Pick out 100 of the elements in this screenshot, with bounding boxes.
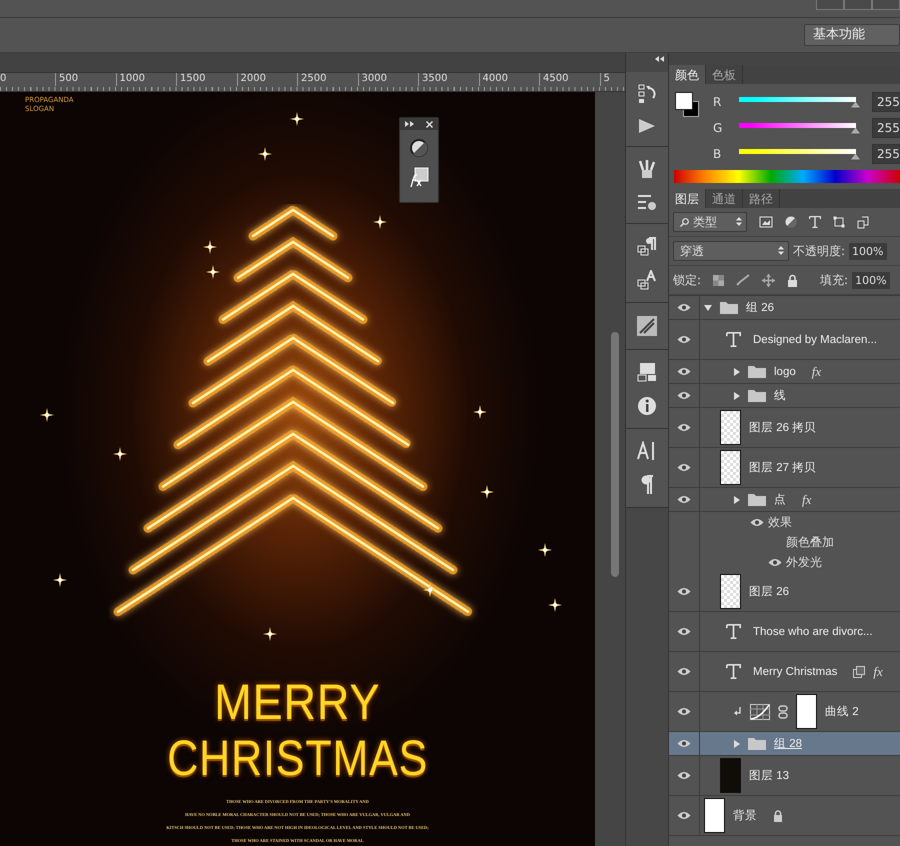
text-layer-icon bbox=[726, 664, 741, 679]
adjustments-icon[interactable] bbox=[409, 138, 429, 158]
panel-tab[interactable]: 色板 bbox=[706, 65, 743, 84]
eye-icon[interactable] bbox=[677, 391, 691, 400]
expand-caret-icon[interactable] bbox=[734, 496, 740, 504]
eye-icon[interactable] bbox=[677, 367, 691, 376]
eye-icon[interactable] bbox=[768, 558, 782, 566]
brush-presets-icon[interactable] bbox=[637, 193, 657, 211]
lock-icon[interactable] bbox=[787, 274, 798, 286]
adjustment-filter-icon[interactable] bbox=[785, 216, 797, 228]
eye-icon[interactable] bbox=[677, 667, 691, 676]
play-icon[interactable] bbox=[638, 118, 656, 134]
lock-label: 锁定: bbox=[673, 272, 702, 288]
eye-icon[interactable] bbox=[750, 518, 764, 526]
character-icon[interactable] bbox=[637, 441, 657, 461]
layer-row[interactable]: logo fx bbox=[669, 360, 900, 384]
layer-row[interactable]: 组 26 bbox=[669, 296, 900, 320]
eye-icon[interactable] bbox=[677, 423, 691, 432]
layer-row[interactable]: 图层 13 bbox=[669, 756, 900, 796]
channel-value-field[interactable]: 255 bbox=[872, 144, 900, 164]
lock-transparency-icon[interactable] bbox=[713, 274, 724, 286]
layer-name: 图层 26 拷贝 bbox=[749, 420, 816, 435]
effects-badge[interactable]: fx bbox=[802, 492, 814, 508]
panel-tab[interactable]: 颜色 bbox=[669, 65, 706, 84]
collapse-icon[interactable] bbox=[655, 56, 664, 62]
effect-row[interactable]: 颜色叠加 bbox=[669, 532, 900, 552]
layer-row[interactable]: 图层 26 拷贝 bbox=[669, 408, 900, 448]
filter-dropdown[interactable]: 类型 bbox=[673, 212, 747, 232]
sparkle-icon bbox=[473, 405, 487, 419]
layer-row[interactable]: 背景 bbox=[669, 796, 900, 836]
effects-badge[interactable]: fx bbox=[812, 364, 824, 380]
paragraph-icon[interactable] bbox=[640, 475, 654, 495]
layer-row[interactable]: Merry Christmas fx bbox=[669, 652, 900, 692]
layer-row[interactable]: 线 bbox=[669, 384, 900, 408]
sparkle-icon bbox=[258, 147, 272, 161]
brush-icon[interactable] bbox=[736, 274, 750, 286]
eye-icon[interactable] bbox=[677, 495, 691, 504]
channel-value-field[interactable]: 255 bbox=[872, 118, 900, 138]
eye-icon[interactable] bbox=[677, 303, 691, 312]
eye-icon[interactable] bbox=[677, 811, 691, 820]
styles-icon[interactable] bbox=[408, 166, 430, 188]
layer-thumbnail bbox=[720, 758, 741, 793]
layer-row[interactable]: 图层 26 bbox=[669, 572, 900, 612]
blend-mode-dropdown[interactable]: 穿透 bbox=[673, 241, 789, 261]
layer-name: 曲线 2 bbox=[825, 704, 859, 719]
history-icon[interactable] bbox=[638, 84, 656, 104]
eye-icon[interactable] bbox=[677, 627, 691, 636]
effects-badge[interactable]: fx bbox=[873, 664, 885, 680]
fill-field[interactable]: 100% bbox=[852, 272, 890, 288]
opacity-field[interactable]: 100% bbox=[849, 242, 886, 260]
layer-row[interactable]: 点 fx bbox=[669, 488, 900, 512]
eye-icon[interactable] bbox=[677, 463, 691, 472]
layer-name: 图层 13 bbox=[749, 769, 789, 783]
expand-caret-icon[interactable] bbox=[734, 368, 740, 376]
layer-comps-icon[interactable] bbox=[637, 362, 657, 382]
info-icon[interactable] bbox=[637, 396, 657, 416]
image-filter-icon[interactable] bbox=[759, 216, 773, 228]
expand-caret-icon[interactable] bbox=[734, 740, 740, 748]
layer-name: 线 bbox=[774, 388, 786, 403]
move-icon[interactable] bbox=[762, 274, 776, 286]
folder-icon bbox=[748, 389, 766, 402]
layer-name: 组 28 bbox=[774, 736, 802, 751]
type-filter-icon[interactable] bbox=[809, 216, 821, 228]
layer-row[interactable]: 组 28 bbox=[669, 732, 900, 756]
expand-caret-icon[interactable] bbox=[734, 392, 740, 400]
color-swatches-icon[interactable] bbox=[675, 92, 699, 118]
poster-title: CHRISTMAS bbox=[167, 730, 428, 786]
paragraph-styles-icon[interactable] bbox=[637, 236, 657, 256]
sparkle-icon bbox=[480, 485, 494, 499]
effect-row[interactable]: 外发光 bbox=[669, 552, 900, 572]
curves-icon bbox=[750, 704, 770, 720]
eye-icon[interactable] bbox=[677, 587, 691, 596]
shape-filter-icon[interactable] bbox=[833, 216, 845, 228]
collapse-icon[interactable] bbox=[405, 121, 414, 127]
tool-presets-icon[interactable] bbox=[636, 315, 658, 337]
character-styles-icon[interactable] bbox=[637, 270, 657, 290]
workspace-dropdown[interactable]: 基本功能 bbox=[804, 24, 900, 46]
smart-object-filter-icon[interactable] bbox=[857, 216, 869, 228]
ruler-label: 0 bbox=[0, 73, 8, 86]
ruler-label: 4500 bbox=[539, 73, 600, 86]
eye-icon[interactable] bbox=[677, 739, 691, 748]
layer-row[interactable]: Those who are divorc... bbox=[669, 612, 900, 652]
panel-tab[interactable]: 通道 bbox=[706, 189, 743, 208]
channel-value-field[interactable]: 255 bbox=[872, 92, 900, 112]
brushes-icon[interactable] bbox=[637, 159, 657, 179]
layer-row[interactable]: Designed by Maclaren... bbox=[669, 320, 900, 360]
folder-icon bbox=[720, 301, 738, 314]
effect-name: 外发光 bbox=[786, 554, 822, 570]
panel-tab[interactable]: 路径 bbox=[743, 189, 780, 208]
color-spectrum[interactable] bbox=[674, 170, 900, 183]
eye-icon[interactable] bbox=[677, 335, 691, 344]
layer-name: 点 bbox=[774, 492, 786, 507]
close-icon[interactable] bbox=[426, 120, 433, 128]
eye-icon[interactable] bbox=[677, 707, 691, 716]
ruler-label: 500 bbox=[55, 73, 116, 86]
layer-row[interactable]: 图层 27 拷贝 bbox=[669, 448, 900, 488]
effects-row[interactable]: 效果 bbox=[669, 512, 900, 532]
expand-caret-icon[interactable] bbox=[704, 304, 712, 310]
eye-icon[interactable] bbox=[677, 771, 691, 780]
panel-tab[interactable]: 图层 bbox=[669, 189, 706, 208]
